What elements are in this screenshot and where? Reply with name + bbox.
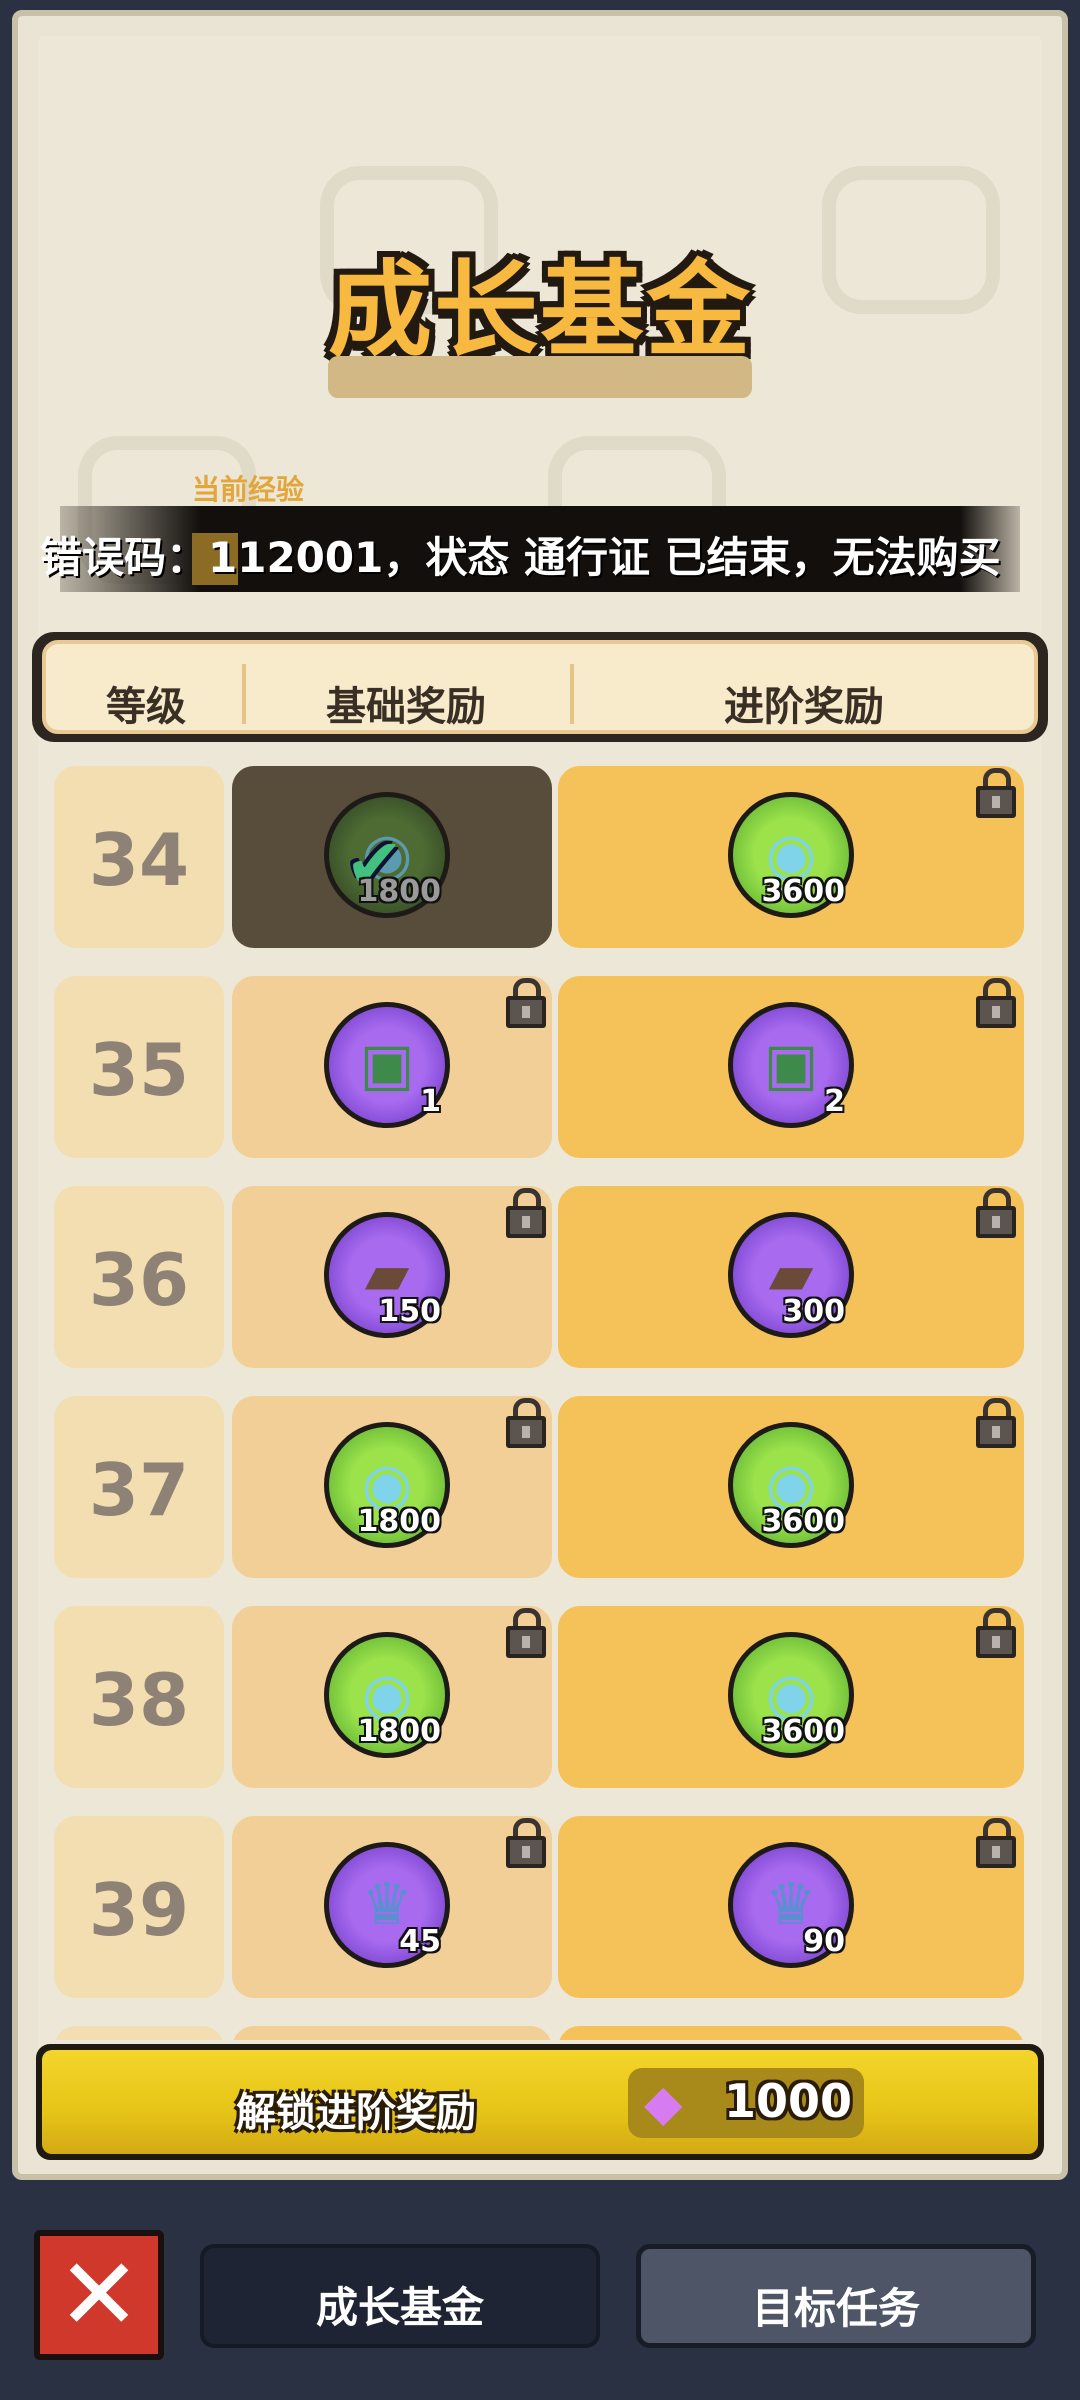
- reward-quantity: 1: [420, 1084, 441, 1119]
- table-header-inner: 等级 基础奖励 进阶奖励: [42, 640, 1038, 734]
- reward-row: 39 ♛ 45 ♛ 90: [50, 1814, 1030, 2000]
- level-number: 38: [88, 1658, 190, 1742]
- unlock-button-label: 解锁进阶奖励: [236, 2090, 476, 2136]
- close-icon: ✕: [57, 2236, 141, 2353]
- gem-disc-icon: ◉ ✔ 1800: [324, 792, 450, 918]
- basic-reward-cell[interactable]: ◉ ✔ 1800: [232, 766, 552, 948]
- tab-label: 成长基金: [315, 2283, 484, 2332]
- basic-reward-cell[interactable]: ▣ 1: [232, 976, 552, 1158]
- gem-disc-icon: ◉ 3600: [728, 1422, 854, 1548]
- map-scroll-icon: ▣ 1: [324, 1002, 450, 1128]
- advanced-reward-cell[interactable]: ◉ 3600: [558, 1396, 1024, 1578]
- header-level: 等级: [106, 684, 186, 730]
- lock-icon: [974, 1398, 1018, 1450]
- gem-disc-icon: ◉ 3600: [728, 1632, 854, 1758]
- basic-reward-cell[interactable]: [232, 2026, 552, 2040]
- level-cell: 35: [54, 976, 224, 1158]
- header-advanced: 进阶奖励: [724, 684, 884, 730]
- basic-reward-cell[interactable]: ◉ 1800: [232, 1606, 552, 1788]
- reward-row: [50, 2024, 1030, 2040]
- lock-icon: [974, 1608, 1018, 1660]
- wood-log-icon: ▰ 150: [324, 1212, 450, 1338]
- reward-quantity: 1800: [357, 1714, 442, 1749]
- level-cell: 38: [54, 1606, 224, 1788]
- lock-icon: [974, 978, 1018, 1030]
- reward-quantity: 150: [378, 1294, 441, 1329]
- close-button[interactable]: ✕: [34, 2230, 164, 2360]
- reward-list[interactable]: 34 ◉ ✔ 1800 ◉ 3600 35 ▣ 1 ▣ 2 36 ▰ 150 ▰…: [50, 764, 1030, 2040]
- level-number: 35: [88, 1028, 190, 1112]
- advanced-reward-cell[interactable]: ◉ 3600: [558, 766, 1024, 948]
- level-number: 39: [88, 1868, 190, 1952]
- basic-reward-cell[interactable]: ◉ 1800: [232, 1396, 552, 1578]
- level-cell: 36: [54, 1186, 224, 1368]
- page-title: 成长基金: [327, 249, 752, 371]
- lock-icon: [974, 768, 1018, 820]
- level-number: 37: [88, 1448, 190, 1532]
- reward-quantity: 45: [399, 1924, 441, 1959]
- lock-icon: [504, 1188, 548, 1240]
- title-underline-bar: [328, 356, 752, 398]
- level-cell: [54, 2026, 224, 2040]
- reward-quantity: 300: [782, 1294, 845, 1329]
- reward-row: 34 ◉ ✔ 1800 ◉ 3600: [50, 764, 1030, 950]
- level-cell: 39: [54, 1816, 224, 1998]
- skill-book-icon: ♛ 90: [728, 1842, 854, 1968]
- reward-quantity: 1800: [357, 874, 442, 909]
- game-frame: 成长基金 当前经验 错误码：112001，状态 通行证 已结束，无法购买 等级 …: [0, 0, 1080, 2190]
- unlock-button-face: 解锁进阶奖励 ◆ 1000: [42, 2050, 1038, 2154]
- bottom-nav: ✕ 成长基金 目标任务: [0, 2190, 1080, 2400]
- diamond-icon: ◆: [644, 2074, 683, 2132]
- level-cell: 34: [54, 766, 224, 948]
- price-value: 1000: [724, 2074, 853, 2128]
- advanced-reward-cell[interactable]: ♛ 90: [558, 1816, 1024, 1998]
- lock-icon: [504, 1398, 548, 1450]
- header-basic: 基础奖励: [326, 684, 486, 730]
- lock-icon: [974, 1188, 1018, 1240]
- wood-log-icon: ▰ 300: [728, 1212, 854, 1338]
- table-header: 等级 基础奖励 进阶奖励: [32, 632, 1048, 742]
- advanced-reward-cell[interactable]: ◉ 3600: [558, 1606, 1024, 1788]
- level-number: 34: [88, 818, 190, 902]
- reward-quantity: 3600: [761, 1714, 846, 1749]
- tab-label: 目标任务: [751, 2284, 920, 2333]
- exp-label: 当前经验: [192, 473, 305, 506]
- unlock-advanced-button[interactable]: 解锁进阶奖励 ◆ 1000: [36, 2044, 1044, 2160]
- tab-growth-fund[interactable]: 成长基金: [200, 2244, 600, 2348]
- advanced-reward-cell[interactable]: ▰ 300: [558, 1186, 1024, 1368]
- skill-book-icon: ♛ 45: [324, 1842, 450, 1968]
- advanced-reward-cell[interactable]: [558, 2026, 1024, 2040]
- lock-icon: [504, 1818, 548, 1870]
- reward-row: 36 ▰ 150 ▰ 300: [50, 1184, 1030, 1370]
- basic-reward-cell[interactable]: ▰ 150: [232, 1186, 552, 1368]
- advanced-reward-cell[interactable]: ▣ 2: [558, 976, 1024, 1158]
- map-scroll-icon: ▣ 2: [728, 1002, 854, 1128]
- level-cell: 37: [54, 1396, 224, 1578]
- reward-quantity: 1800: [357, 1504, 442, 1539]
- reward-row: 35 ▣ 1 ▣ 2: [50, 974, 1030, 1160]
- lock-icon: [504, 978, 548, 1030]
- basic-reward-cell[interactable]: ♛ 45: [232, 1816, 552, 1998]
- gem-disc-icon: ◉ 1800: [324, 1422, 450, 1548]
- level-number: 36: [88, 1238, 190, 1322]
- reward-quantity: 90: [803, 1924, 845, 1959]
- error-toast: 错误码：112001，状态 通行证 已结束，无法购买: [40, 533, 1001, 582]
- gem-disc-icon: ◉ 3600: [728, 792, 854, 918]
- reward-row: 37 ◉ 1800 ◉ 3600: [50, 1394, 1030, 1580]
- price-pill: ◆ 1000: [628, 2068, 864, 2138]
- reward-row: 38 ◉ 1800 ◉ 3600: [50, 1604, 1030, 1790]
- tab-target-tasks[interactable]: 目标任务: [636, 2244, 1036, 2348]
- gem-disc-icon: ◉ 1800: [324, 1632, 450, 1758]
- reward-quantity: 3600: [761, 1504, 846, 1539]
- lock-icon: [504, 1608, 548, 1660]
- reward-quantity: 3600: [761, 874, 846, 909]
- lock-icon: [974, 1818, 1018, 1870]
- reward-quantity: 2: [824, 1084, 845, 1119]
